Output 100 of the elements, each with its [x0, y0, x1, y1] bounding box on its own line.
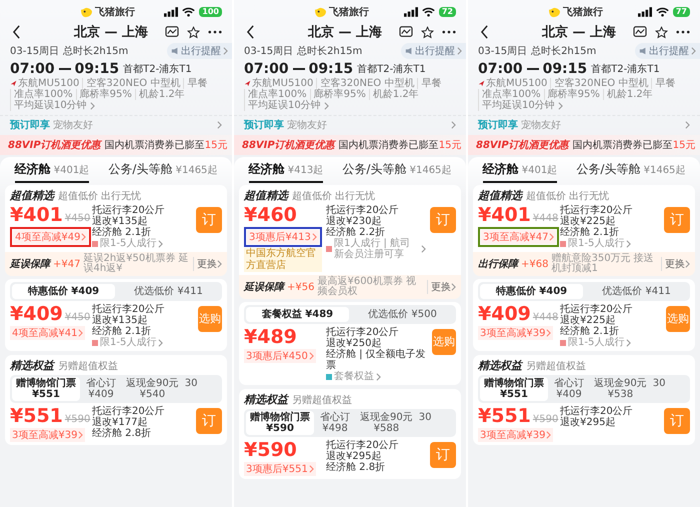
option-tab[interactable]: 30 [184, 377, 197, 401]
more-icon[interactable] [208, 30, 222, 34]
detail-text: 经济舱 2.1折 [92, 326, 152, 337]
chevron-icon [78, 431, 84, 439]
cabin-tab[interactable]: 公务/头等舱 ¥1465起 [576, 161, 686, 183]
addon-price: +¥47 [53, 258, 80, 270]
star-icon[interactable] [655, 26, 668, 38]
chevron-icon[interactable] [558, 102, 563, 110]
cabin-tab[interactable]: 公务/头等舱 ¥1465起 [108, 161, 218, 183]
star-icon[interactable] [421, 26, 434, 38]
detail-text: 经济舱 2.2折 [326, 227, 386, 238]
option-tab[interactable]: 省心订 ¥409 [550, 377, 588, 401]
option-tab[interactable]: 优选低价 ¥500 [351, 307, 454, 322]
promo-banner[interactable]: 88VIP订机酒更优惠 国内机票消费券已膨至15元 [468, 135, 700, 155]
chevron-icon [685, 121, 690, 129]
more-icon[interactable] [442, 30, 456, 34]
depart-time: 07:00 [10, 61, 55, 77]
chevron-icon[interactable] [324, 102, 329, 110]
back-icon[interactable] [246, 25, 255, 39]
original-price: ¥590 [532, 414, 558, 425]
card-title: 超值精选 [478, 188, 522, 203]
chevron-icon [376, 372, 381, 380]
chart-icon[interactable] [165, 26, 179, 38]
flight-spec: 东航MU5100 [486, 78, 548, 89]
card-title: 精选权益 [244, 392, 288, 407]
chevron-icon [546, 329, 552, 337]
chevron-icon [626, 240, 632, 248]
flight-spec: 空客320NEO 中型机 [316, 78, 418, 89]
arrive-time: 09:15 [542, 61, 588, 77]
option-tab[interactable]: 赠博物馆门票 ¥551 [12, 377, 80, 401]
option-tab[interactable]: 30 [418, 411, 431, 435]
option-tab[interactable]: 30 [652, 377, 665, 401]
perk-text: 宠物友好 [53, 118, 93, 132]
chevron-icon [158, 240, 164, 248]
addon-title: 延误保障 [244, 280, 284, 294]
signal-icon [164, 7, 178, 17]
chevron-icon [81, 233, 86, 241]
cabin-tab[interactable]: 经济舱 ¥413起 [248, 161, 324, 183]
chevron-icon [457, 47, 462, 55]
option-tab[interactable]: 返现金90元 ¥538 [590, 377, 651, 401]
addon-title: 延误保障 [10, 257, 50, 271]
promo-banner[interactable]: 88VIP订机酒更优惠 国内机票消费券已膨至15元 [0, 135, 232, 155]
original-price: ¥450 [64, 312, 90, 323]
option-tab[interactable]: 优选低价 ¥411 [117, 284, 220, 299]
option-tab[interactable]: 赠博物馆门票 ¥590 [246, 411, 314, 435]
detail-text: 托运行李20公斤 [326, 327, 400, 338]
app-name: 飞猪旅行 [329, 6, 369, 19]
chevron-icon[interactable] [90, 102, 95, 110]
detail-text: 托运行李20公斤 [560, 205, 634, 216]
chevron-icon [312, 233, 317, 241]
chevron-icon [451, 283, 456, 291]
wifi-icon [182, 7, 196, 17]
price: ¥401 [478, 205, 531, 226]
arrive-time: 09:15 [74, 61, 120, 77]
change-link[interactable]: 更换 [193, 257, 222, 271]
star-icon[interactable] [187, 26, 200, 38]
option-tab[interactable]: 优选低价 ¥411 [585, 284, 688, 299]
cabin-tab[interactable]: 经济舱 ¥401起 [14, 161, 90, 183]
option-tab[interactable]: 返现金90元 ¥588 [356, 411, 417, 435]
original-price: ¥448 [532, 312, 558, 323]
chevron-icon [158, 338, 164, 346]
back-icon[interactable] [480, 25, 489, 39]
option-tab[interactable]: 套餐权益 ¥489 [246, 307, 349, 322]
more-icon[interactable] [676, 30, 690, 34]
price: ¥460 [244, 205, 297, 226]
card-subtitle: 另赠超值权益 [292, 394, 352, 407]
chart-icon[interactable] [399, 26, 413, 38]
option-tab[interactable]: 特惠低价 ¥409 [480, 284, 583, 299]
airline-logo-icon [244, 80, 251, 87]
limit-text: 套餐权益 [334, 371, 374, 382]
limit-text: 限1-5人成行 [100, 337, 156, 348]
wifi-icon [656, 7, 669, 17]
chevron-icon [308, 465, 314, 473]
detail-text: 经济舱 | 仅全额电子发票 [326, 349, 427, 371]
option-tab[interactable]: 特惠低价 ¥409 [12, 284, 115, 299]
reminder-button[interactable]: 出行提醒 [401, 43, 466, 59]
perk-text: 宠物友好 [287, 118, 327, 132]
cabin-tab[interactable]: 公务/头等舱 ¥1465起 [342, 161, 452, 183]
reminder-button[interactable]: 出行提醒 [167, 43, 232, 59]
flight-spec: 机龄1.2年 [602, 89, 656, 100]
speaker-icon [171, 47, 179, 55]
detail-text: 托运行李20公斤 [92, 406, 166, 417]
card-subtitle: 超值低价 出行无忧 [526, 190, 610, 203]
option-tab[interactable]: 返现金90元 ¥540 [122, 377, 183, 401]
reminder-button[interactable]: 出行提醒 [635, 43, 700, 59]
flight-spec: 空客320NEO 中型机 [550, 78, 652, 89]
option-tab[interactable]: 省心订 ¥409 [82, 377, 120, 401]
change-link[interactable]: 更换 [427, 280, 456, 294]
back-icon[interactable] [12, 25, 21, 39]
detail-text: 退改¥295起 [326, 451, 382, 462]
option-tab[interactable]: 赠博物馆门票 ¥551 [480, 377, 548, 401]
chart-icon[interactable] [633, 26, 647, 38]
promo-banner[interactable]: 88VIP订机酒更优惠 国内机票消费券已膨至15元 [234, 135, 466, 155]
signal-icon [638, 7, 652, 17]
flight-spec: 廊桥率95% [310, 89, 369, 100]
option-tab[interactable]: 省心订 ¥498 [316, 411, 354, 435]
flight-spec: 平均延误10分钟 [10, 100, 90, 111]
card-title: 精选权益 [10, 358, 54, 373]
cabin-tab[interactable]: 经济舱 ¥401起 [482, 161, 558, 183]
change-link[interactable]: 更换 [661, 257, 690, 271]
